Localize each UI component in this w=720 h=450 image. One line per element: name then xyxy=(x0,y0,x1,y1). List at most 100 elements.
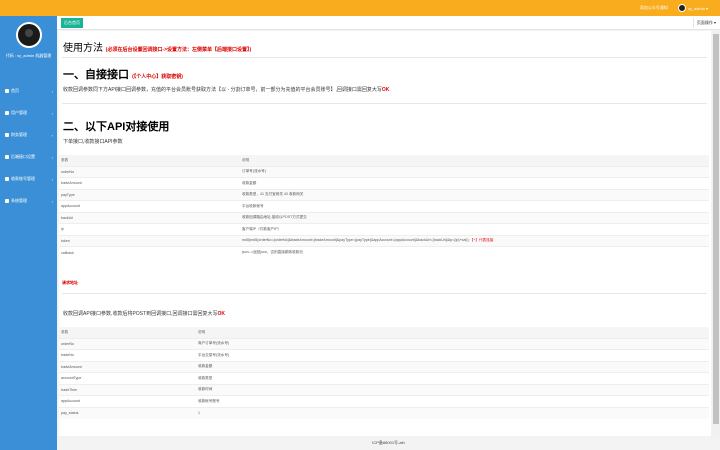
scrollbar-thumb[interactable] xyxy=(713,34,719,424)
table-row: appAccount 收款帐号账号 xyxy=(59,395,709,407)
sidebar-user-label: 代码 : xy_admin 机器管理 xyxy=(5,53,52,58)
top-right-area: 添加公众号通知 xy_admin ▾ xyxy=(640,0,720,16)
chevron-right-icon: ‹ xyxy=(51,88,53,94)
finance-icon xyxy=(5,133,9,137)
section3-desc: 收款回调API接口参数,收款后将POST到回调接口,回调接口需回复大写OK xyxy=(63,310,225,317)
table-row: orderNo 订单号(流水号) xyxy=(59,165,709,178)
table-cell: appAccount xyxy=(59,395,196,407)
sidebar-item-users[interactable]: 用户管理 ‹ xyxy=(0,102,57,124)
tab-home[interactable]: 后台首页 xyxy=(61,18,83,28)
table-row: tradeAmount 收款金额 xyxy=(59,177,709,189)
params-table: 参数 说明 orderNo 订单号(流水号) tradeAmount 收款金额 pa… xyxy=(59,155,709,258)
table-header-cell: 说明 xyxy=(196,327,709,338)
table-cell: 收款时间 xyxy=(196,383,709,396)
avatar[interactable] xyxy=(16,22,42,48)
table-row: tradeNo 平台交易号(流水号) xyxy=(59,349,709,361)
table-cell: orderNo xyxy=(59,337,196,350)
table-cell: 收款金额 xyxy=(240,177,709,189)
table-cell: appAccount xyxy=(59,200,240,212)
sidebar-item-backend-api[interactable]: 后端接口设置 ‹ xyxy=(0,146,57,168)
table-cell: md5(md5(orderNo={orderNo}&tradeAmount={t… xyxy=(240,234,709,247)
table-header: 参数 说明 xyxy=(59,155,709,166)
table-header-cell: 参数 xyxy=(59,327,196,338)
table-cell: ip xyxy=(59,223,240,235)
token-formula: md5(md5(orderNo={orderNo}&tradeAmount={t… xyxy=(242,238,469,243)
chevron-right-icon: ‹ xyxy=(51,110,53,116)
user-avatar-icon[interactable] xyxy=(677,4,686,12)
table-cell: 1 xyxy=(196,406,709,419)
chevron-right-icon: ‹ xyxy=(51,132,53,138)
table-cell: 平台收款帐号 xyxy=(240,200,709,212)
section3-desc-text: 收款回调API接口参数,收款后将POST到回调接口,回调接口需回复大写 xyxy=(63,311,218,317)
section1-desc: 收款回调参数同下方API接口回调参数，充值的平台会员账号获取方法【以 - 分割订… xyxy=(63,86,389,93)
table-row: payType 收款类型，41 支付宝网关 43 收款网关 xyxy=(59,188,709,201)
sidebar-item-label: 收款账号管理 xyxy=(11,176,35,181)
user-menu[interactable]: xy_admin ▾ xyxy=(688,6,708,11)
sidebar-item-label: 首页 xyxy=(11,88,19,93)
table-cell: 收款类型，41 支付宝网关 43 收款网关 xyxy=(240,188,709,201)
table-row: accountType 收款类型 xyxy=(59,372,709,384)
table-cell: 收款帐号账号 xyxy=(196,395,709,407)
table-cell: pay_status xyxy=(59,406,196,419)
sidebar-item-label: 用户管理 xyxy=(11,110,27,115)
home-icon xyxy=(5,89,9,93)
table-row: backUrl 收款回调路由地址,接收以POST方式提交 xyxy=(59,211,709,224)
section1-desc-text: 收款回调参数同下方API接口回调参数，充值的平台会员账号获取方法【以 - 分割订… xyxy=(63,87,382,93)
page-actions-label: 页面操作 xyxy=(696,20,713,25)
main-content: 使用方法 (必须在后台设置回调接口->设置方法：左侧菜单【后端接口设置】) 一、… xyxy=(59,31,711,436)
chevron-right-icon: ‹ xyxy=(51,176,53,182)
table-cell: token xyxy=(59,234,240,247)
notification-link[interactable]: 添加公众号通知 xyxy=(640,5,668,11)
table-cell: 订单号(流水号) xyxy=(240,165,709,178)
wallet-icon xyxy=(5,177,9,181)
section1-heading: 一、自接接口 (【个人中心】获取密钥) xyxy=(63,66,183,82)
table-cell: accountType xyxy=(59,372,196,384)
scrollbar[interactable] xyxy=(712,31,720,436)
section1-desc-ok: OK xyxy=(381,87,390,93)
callback-table: 参数 说明 orderNo 商户订单号(流水号) tradeNo 平台交易号(流水号… xyxy=(59,327,709,419)
sidebar-item-home[interactable]: 首页 ‹ xyxy=(0,80,57,102)
table-cell: json-->返回json，否则直接跳转收款页 xyxy=(240,246,709,258)
tab-bar: 后台首页 页面操作 ▾ xyxy=(57,16,720,30)
request-address-label: 请求地址 xyxy=(62,280,78,285)
table-row: tradeTime 收款时间 xyxy=(59,383,709,396)
table-cell: tradeAmount xyxy=(59,360,196,373)
sidebar-item-accounts[interactable]: 收款账号管理 ‹ xyxy=(0,168,57,190)
table-header-cell: 说明 xyxy=(240,155,709,166)
sidebar-item-label: 财务管理 xyxy=(11,132,27,137)
sidebar-item-finance[interactable]: 财务管理 ‹ xyxy=(0,124,57,146)
page-title-note: (必须在后台设置回调接口->设置方法：左侧菜单【后端接口设置】) xyxy=(105,47,252,53)
divider xyxy=(62,57,707,58)
username-label: xy_admin xyxy=(687,5,705,11)
table-cell: 商户订单号(流水号) xyxy=(196,337,709,350)
table-cell: tradeAmount xyxy=(59,177,240,189)
top-bar: 添加公众号通知 xy_admin ▾ xyxy=(0,0,720,16)
table-cell: tradeNo xyxy=(59,349,196,361)
table-cell: 收款类型 xyxy=(196,372,709,384)
page-actions-dropdown[interactable]: 页面操作 ▾ xyxy=(692,18,716,28)
table-cell: payType xyxy=(59,188,240,201)
section2-sub: 下单接口,收款接口API参数 xyxy=(63,139,123,145)
divider xyxy=(62,103,707,104)
sidebar-item-system[interactable]: 系统管理 ‹ xyxy=(0,190,57,212)
sidebar: 代码 : xy_admin 机器管理 首页 ‹ 用户管理 ‹ 财务管理 ‹ 后端接口设… xyxy=(0,16,57,450)
table-cell: 收款回调路由地址,接收以POST方式提交 xyxy=(240,211,709,224)
section1-heading-note: (【个人中心】获取密钥) xyxy=(132,74,183,80)
users-icon xyxy=(5,111,9,115)
page-title: 使用方法 (必须在后台设置回调接口->设置方法：左侧菜单【后端接口设置】) xyxy=(63,39,251,54)
divider xyxy=(62,293,707,294)
table-row: pay_status 1 xyxy=(59,406,709,419)
chevron-right-icon: ‹ xyxy=(51,154,53,160)
table-cell: 收款金额 xyxy=(196,360,709,373)
table-row: token md5(md5(orderNo={orderNo}&tradeAmou… xyxy=(59,234,709,247)
table-row: orderNo 商户订单号(流水号) xyxy=(59,337,709,350)
sidebar-item-label: 后端接口设置 xyxy=(11,154,35,159)
sidebar-item-label: 系统管理 xyxy=(11,198,27,203)
page-title-text: 使用方法 xyxy=(63,43,103,54)
footer: ICP备88001号-aih xyxy=(57,436,720,450)
sidebar-menu: 首页 ‹ 用户管理 ‹ 财务管理 ‹ 后端接口设置 ‹ 收款账号管理 ‹ 系统管理 ‹ xyxy=(0,80,57,212)
section2-heading: 二、以下API对接使用 xyxy=(63,121,170,133)
table-cell: backUrl xyxy=(59,211,240,224)
table-row: tradeAmount 收款金额 xyxy=(59,360,709,373)
token-note: 【+】代表连接 xyxy=(469,238,494,243)
